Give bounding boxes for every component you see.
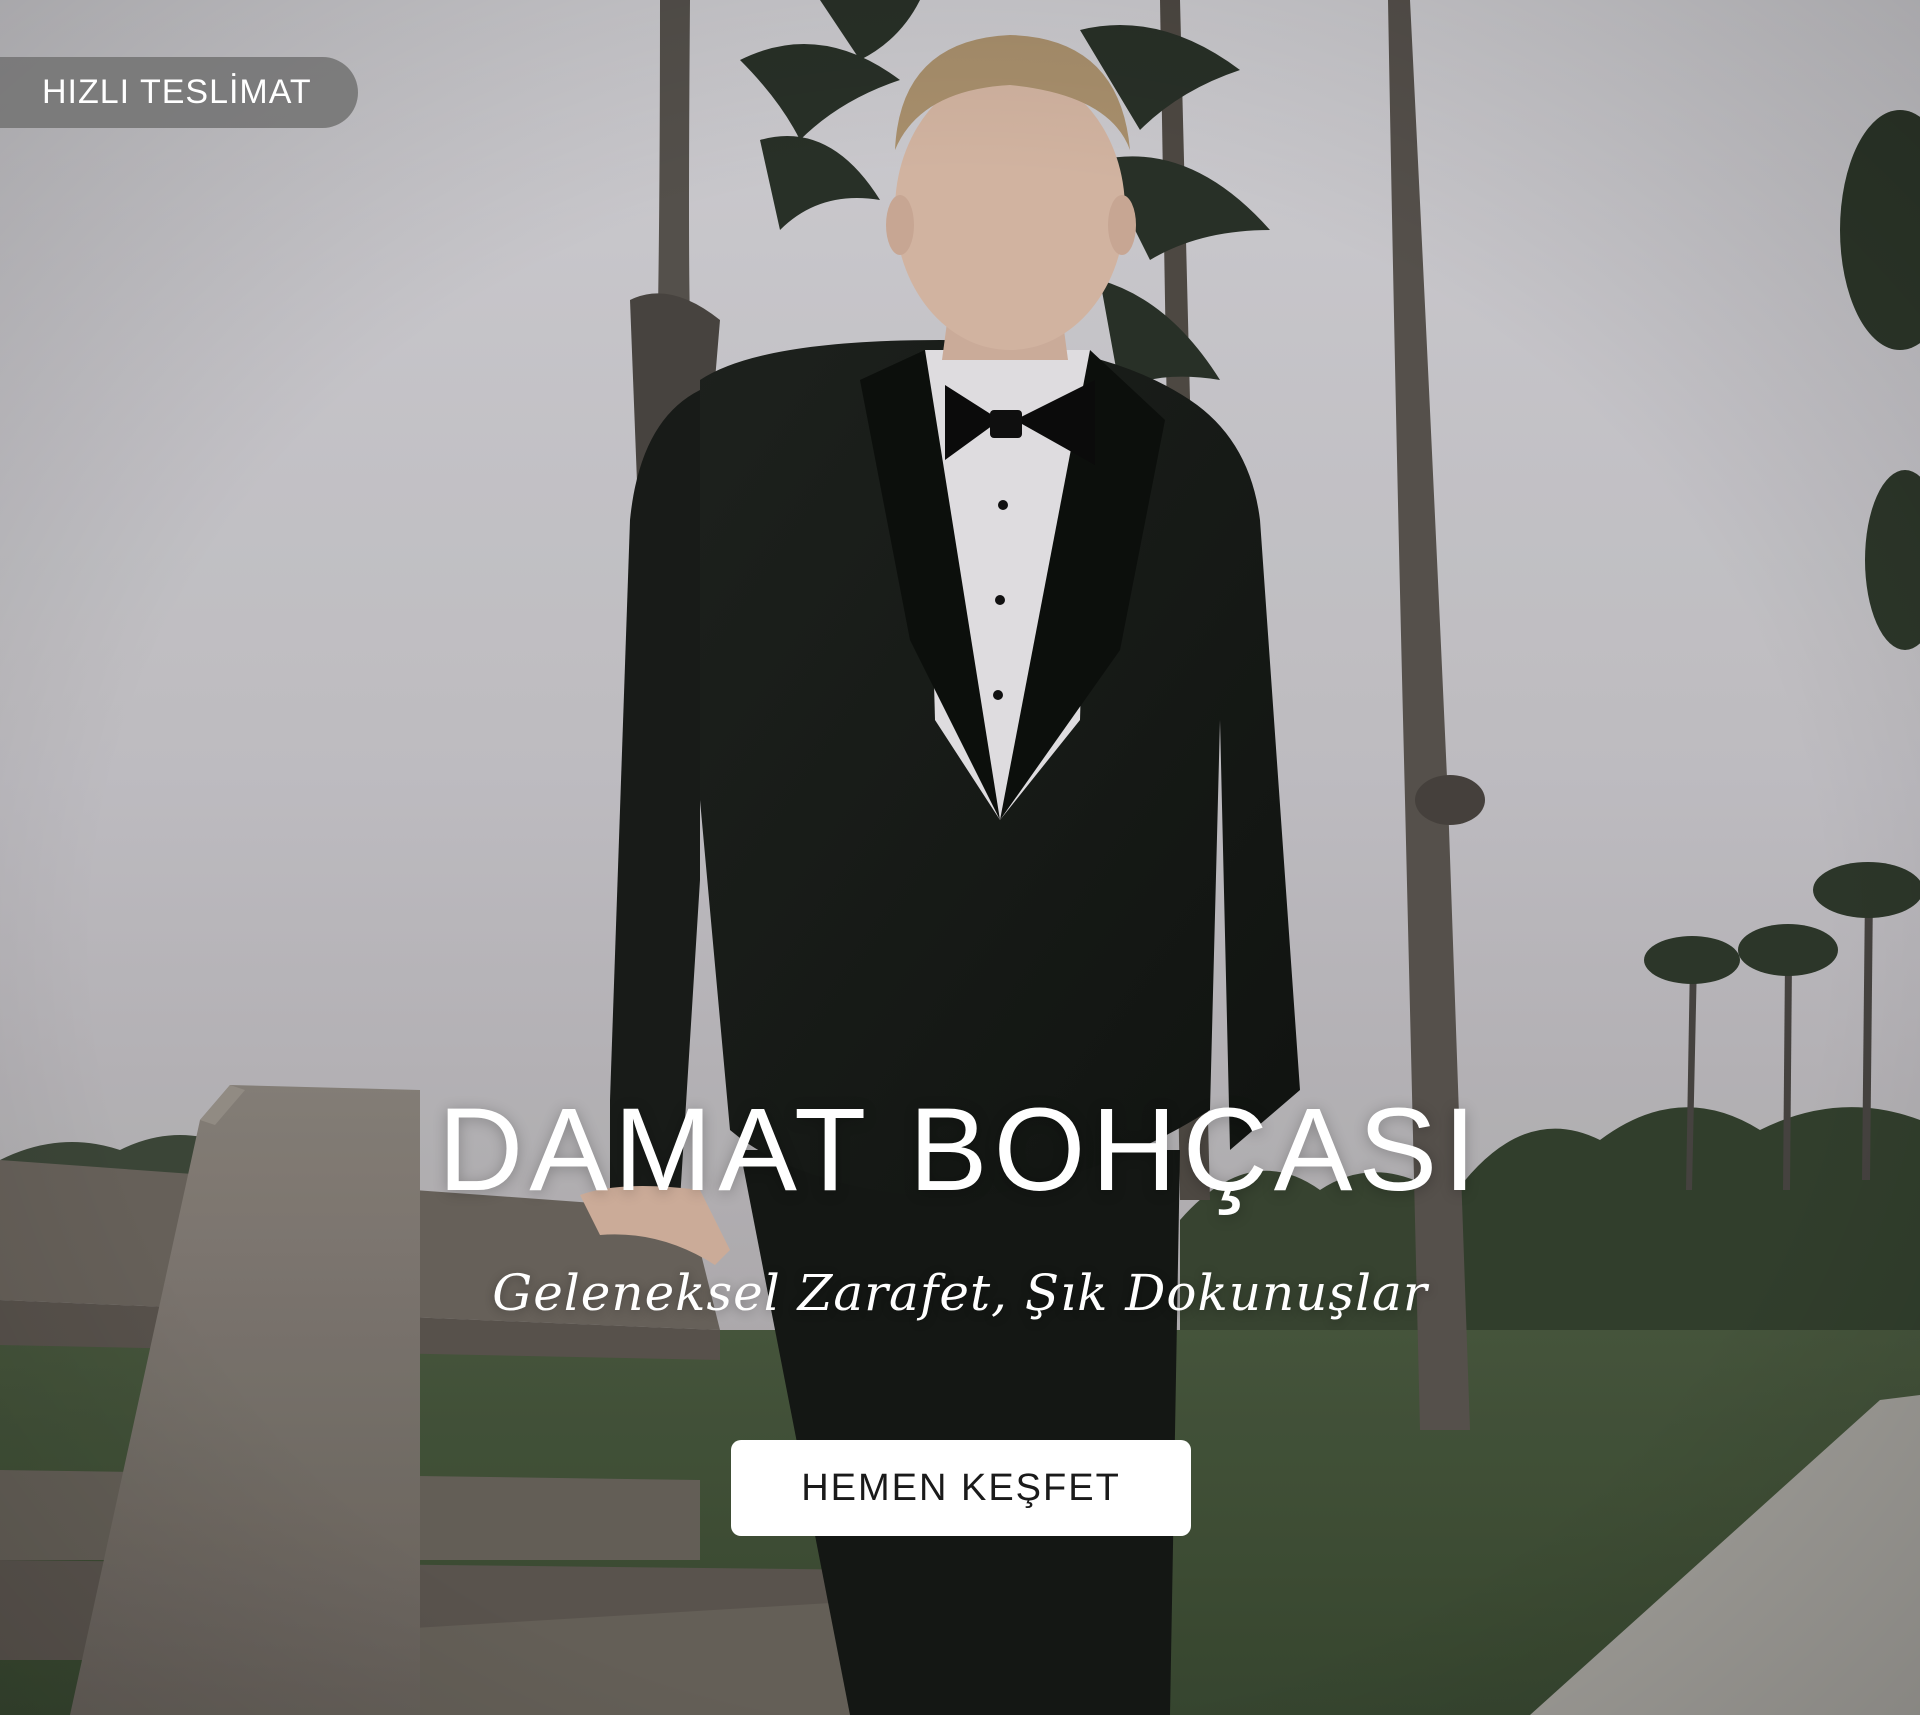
hero-title: DAMAT BOHÇASI	[437, 1084, 1482, 1216]
hero-content: DAMAT BOHÇASI Geleneksel Zarafet, Şık Do…	[0, 0, 1920, 1715]
hero-banner[interactable]: HIZLI TESLİMAT DAMAT BOHÇASI Geleneksel …	[0, 0, 1920, 1715]
hero-subtitle: Geleneksel Zarafet, Şık Dokunuşlar	[492, 1264, 1428, 1322]
discover-now-button[interactable]: HEMEN KEŞFET	[731, 1440, 1191, 1536]
